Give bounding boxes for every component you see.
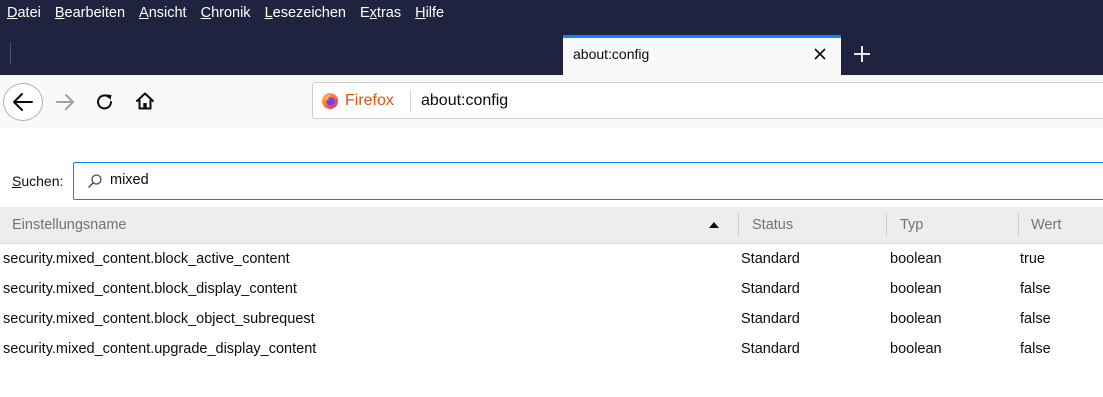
sort-ascending-icon xyxy=(709,222,719,228)
table-row[interactable]: security.mixed_content.block_object_subr… xyxy=(0,305,1103,335)
navigation-toolbar: Firefox about:config xyxy=(0,75,1103,128)
pref-value: false xyxy=(1020,311,1051,327)
menu-bearbeiten[interactable]: Bearbeiten xyxy=(48,1,132,25)
plus-icon[interactable] xyxy=(851,43,873,65)
title-bar: Datei Bearbeiten Ansicht Chronik Lesezei… xyxy=(0,0,1103,75)
tab-title: about:config xyxy=(573,46,650,62)
pref-status: Standard xyxy=(741,281,800,297)
search-icon xyxy=(87,173,103,189)
table-header: Einstellungsname Status Typ Wert xyxy=(0,207,1103,244)
reload-icon[interactable] xyxy=(94,91,116,113)
menu-extras[interactable]: Extras xyxy=(353,1,408,25)
pref-status: Standard xyxy=(741,311,800,327)
url-text[interactable]: about:config xyxy=(421,92,508,110)
pref-value: false xyxy=(1020,281,1051,297)
search-label: Suchen: xyxy=(12,173,64,189)
pref-type: boolean xyxy=(890,311,942,327)
home-icon[interactable] xyxy=(134,90,156,112)
search-value: mixed xyxy=(110,172,149,188)
column-divider[interactable] xyxy=(886,213,887,237)
menu-datei[interactable]: Datei xyxy=(0,1,48,25)
menu-chronik[interactable]: Chronik xyxy=(194,1,258,25)
pref-value: false xyxy=(1020,341,1051,357)
identity-label: Firefox xyxy=(345,92,394,109)
column-header-name[interactable]: Einstellungsname xyxy=(12,217,126,233)
column-header-status[interactable]: Status xyxy=(752,217,793,233)
pref-name: security.mixed_content.block_active_cont… xyxy=(3,251,290,267)
menu-ansicht[interactable]: Ansicht xyxy=(132,1,194,25)
column-divider[interactable] xyxy=(1018,213,1019,237)
pref-type: boolean xyxy=(890,281,942,297)
table-row[interactable]: security.mixed_content.block_active_cont… xyxy=(0,245,1103,275)
close-icon[interactable] xyxy=(812,46,828,62)
tab-about-config[interactable]: about:config xyxy=(563,35,841,75)
pref-type: boolean xyxy=(890,251,942,267)
pref-value: true xyxy=(1020,251,1045,267)
pref-status: Standard xyxy=(741,341,800,357)
menu-bar: Datei Bearbeiten Ansicht Chronik Lesezei… xyxy=(0,0,1103,26)
pref-name: security.mixed_content.block_object_subr… xyxy=(3,311,315,327)
column-divider[interactable] xyxy=(738,213,739,237)
table-row[interactable]: security.mixed_content.upgrade_display_c… xyxy=(0,335,1103,365)
url-divider xyxy=(410,90,411,112)
menu-lesezeichen[interactable]: Lesezeichen xyxy=(258,1,353,25)
pref-name: security.mixed_content.block_display_con… xyxy=(3,281,297,297)
back-arrow-icon[interactable] xyxy=(3,83,43,121)
pref-status: Standard xyxy=(741,251,800,267)
url-bar[interactable]: Firefox about:config xyxy=(312,82,1103,119)
identity-box[interactable]: Firefox xyxy=(321,91,394,111)
firefox-logo-icon xyxy=(321,92,339,110)
menu-hilfe[interactable]: Hilfe xyxy=(408,1,451,25)
column-header-value[interactable]: Wert xyxy=(1031,217,1061,233)
pref-name: security.mixed_content.upgrade_display_c… xyxy=(3,341,317,357)
table-row[interactable]: security.mixed_content.block_display_con… xyxy=(0,275,1103,305)
column-header-type[interactable]: Typ xyxy=(900,217,923,233)
tab-separator xyxy=(10,42,11,64)
forward-arrow-icon[interactable] xyxy=(54,91,76,113)
search-input[interactable]: mixed xyxy=(73,162,1103,200)
pref-type: boolean xyxy=(890,341,942,357)
